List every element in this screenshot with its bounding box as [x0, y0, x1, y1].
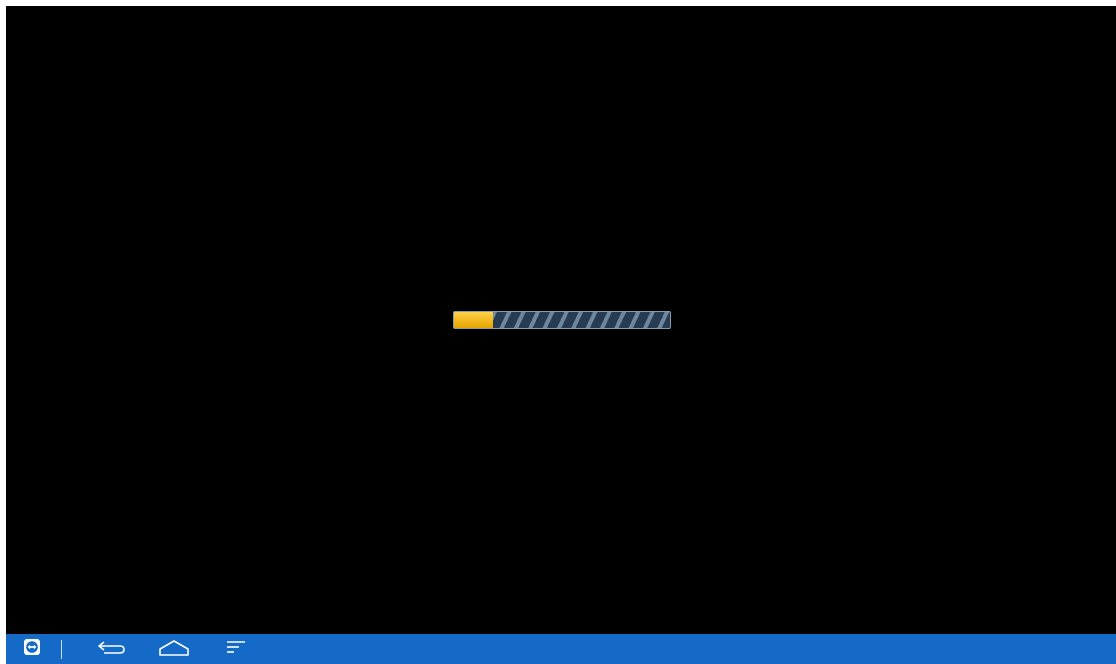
taskbar-divider — [61, 640, 62, 659]
home-icon — [157, 637, 191, 661]
home-button[interactable] — [156, 634, 192, 664]
app-screen — [6, 6, 1116, 634]
teamviewer-icon — [23, 638, 41, 660]
back-button[interactable] — [94, 634, 130, 664]
recent-apps-button[interactable] — [220, 634, 252, 664]
menu-lines-icon — [225, 638, 247, 660]
back-arrow-icon — [95, 637, 129, 661]
progress-fill — [454, 312, 493, 328]
loading-progress-bar — [453, 311, 671, 329]
navigation-bar — [6, 634, 1116, 664]
app-switcher-button[interactable] — [18, 634, 46, 664]
